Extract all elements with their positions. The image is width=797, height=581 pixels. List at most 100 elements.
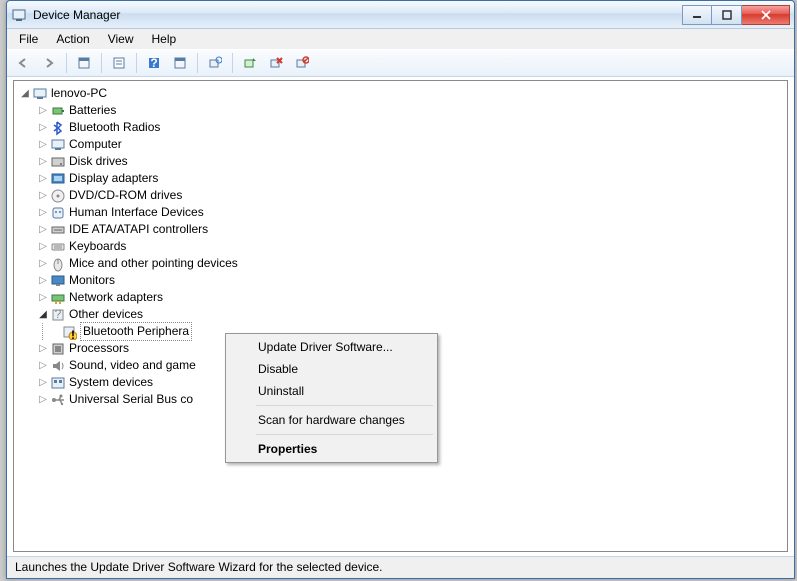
tree-node[interactable]: ▷ DVD/CD-ROM drives [36, 187, 783, 204]
device-manager-window: Device Manager File Action View Help ? [6, 0, 795, 579]
category-icon [50, 392, 66, 408]
help-button[interactable]: ? [142, 51, 166, 75]
ctx-uninstall[interactable]: Uninstall [228, 380, 435, 402]
expand-icon[interactable]: ▷ [36, 238, 50, 255]
category-icon [50, 341, 66, 357]
disable-button[interactable] [290, 51, 314, 75]
expand-icon[interactable]: ▷ [36, 255, 50, 272]
tree-node[interactable]: ▷ Disk drives [36, 153, 783, 170]
window-title: Device Manager [33, 8, 682, 22]
tree-label: System devices [69, 374, 153, 391]
expand-icon[interactable]: ▷ [36, 272, 50, 289]
scan-hardware-button[interactable] [203, 51, 227, 75]
menu-help[interactable]: Help [144, 30, 185, 48]
tree-label: Monitors [69, 272, 115, 289]
tree-label: Mice and other pointing devices [69, 255, 238, 272]
category-icon [50, 256, 66, 272]
svg-text:!: ! [71, 328, 75, 340]
tree-node[interactable]: ▷ Batteries [36, 102, 783, 119]
tree-label: Bluetooth Periphera [80, 322, 192, 341]
titlebar[interactable]: Device Manager [7, 1, 794, 29]
category-icon [50, 171, 66, 187]
tree-label: IDE ATA/ATAPI controllers [69, 221, 208, 238]
tree-node[interactable]: ▷ Monitors [36, 272, 783, 289]
forward-button[interactable] [37, 51, 61, 75]
menubar: File Action View Help [7, 29, 794, 49]
menu-file[interactable]: File [11, 30, 46, 48]
back-button[interactable] [11, 51, 35, 75]
tree-node[interactable]: ▷ Display adapters [36, 170, 783, 187]
tree-label: Sound, video and game [69, 357, 196, 374]
tree-label: Batteries [69, 102, 116, 119]
svg-text:?: ? [55, 307, 62, 321]
properties-button[interactable] [107, 51, 131, 75]
category-icon [50, 137, 66, 153]
tree-label: DVD/CD-ROM drives [69, 187, 182, 204]
tree-label: Network adapters [69, 289, 163, 306]
expand-icon[interactable]: ▷ [36, 221, 50, 238]
expand-icon[interactable]: ▷ [36, 340, 50, 357]
expand-icon[interactable]: ▷ [36, 204, 50, 221]
tree-label: Other devices [69, 306, 143, 323]
expand-icon[interactable]: ▷ [36, 170, 50, 187]
collapse-icon[interactable]: ◢ [18, 85, 32, 102]
expand-icon[interactable]: ▷ [36, 119, 50, 136]
tree-node[interactable]: ▷Bluetooth Radios [36, 119, 783, 136]
category-icon [50, 358, 66, 374]
menu-action[interactable]: Action [48, 30, 97, 48]
category-icon [50, 239, 66, 255]
expand-icon[interactable]: ▷ [36, 153, 50, 170]
tree-label: Computer [69, 136, 122, 153]
update-driver-button[interactable] [238, 51, 262, 75]
uninstall-button[interactable] [264, 51, 288, 75]
category-icon [50, 120, 66, 136]
category-icon [50, 273, 66, 289]
menu-view[interactable]: View [100, 30, 142, 48]
category-icon [50, 222, 66, 238]
expand-icon[interactable]: ▷ [36, 187, 50, 204]
tree-node[interactable]: ▷ Mice and other pointing devices [36, 255, 783, 272]
expand-icon[interactable]: ▷ [36, 357, 50, 374]
expand-icon[interactable]: ▷ [36, 136, 50, 153]
computer-icon [32, 86, 48, 102]
tree-label: Human Interface Devices [69, 204, 204, 221]
minimize-button[interactable] [682, 5, 712, 25]
category-icon [50, 154, 66, 170]
ctx-separator [256, 434, 433, 435]
tree-node[interactable]: ▷ Computer [36, 136, 783, 153]
device-tree-pane[interactable]: ◢ lenovo-PC ▷Batteries▷Bluetooth Radios▷… [13, 80, 788, 552]
tree-node[interactable]: ▷ Keyboards [36, 238, 783, 255]
app-icon [11, 7, 27, 23]
ctx-update-driver[interactable]: Update Driver Software... [228, 336, 435, 358]
svg-text:?: ? [150, 56, 157, 70]
status-text: Launches the Update Driver Software Wiza… [15, 560, 383, 574]
category-icon [50, 290, 66, 306]
tree-label: Disk drives [69, 153, 128, 170]
tree-root[interactable]: ◢ lenovo-PC [18, 85, 783, 102]
tree-label: Universal Serial Bus co [69, 391, 193, 408]
show-hidden-button[interactable] [168, 51, 192, 75]
collapse-icon[interactable]: ◢ [36, 306, 50, 323]
device-warning-icon: ! [61, 324, 77, 340]
tree-node[interactable]: ▷ Human Interface Devices [36, 204, 783, 221]
ctx-disable[interactable]: Disable [228, 358, 435, 380]
toolbar: ? [7, 49, 794, 77]
expand-icon[interactable]: ▷ [36, 289, 50, 306]
expand-icon[interactable]: ▷ [36, 102, 50, 119]
maximize-button[interactable] [712, 5, 742, 25]
ctx-properties[interactable]: Properties [228, 438, 435, 460]
category-icon [50, 188, 66, 204]
ctx-scan[interactable]: Scan for hardware changes [228, 409, 435, 431]
close-button[interactable] [742, 5, 790, 25]
tree-node[interactable]: ▷ Network adapters [36, 289, 783, 306]
expand-icon[interactable]: ▷ [36, 391, 50, 408]
tree-node[interactable]: ▷ IDE ATA/ATAPI controllers [36, 221, 783, 238]
expand-icon[interactable]: ▷ [36, 374, 50, 391]
show-hide-tree-button[interactable] [72, 51, 96, 75]
tree-label: Keyboards [69, 238, 126, 255]
tree-node[interactable]: ◢? Other devices [36, 306, 783, 323]
category-icon [50, 103, 66, 119]
tree-label: Display adapters [69, 170, 158, 187]
statusbar: Launches the Update Driver Software Wiza… [7, 556, 794, 578]
category-icon [50, 205, 66, 221]
